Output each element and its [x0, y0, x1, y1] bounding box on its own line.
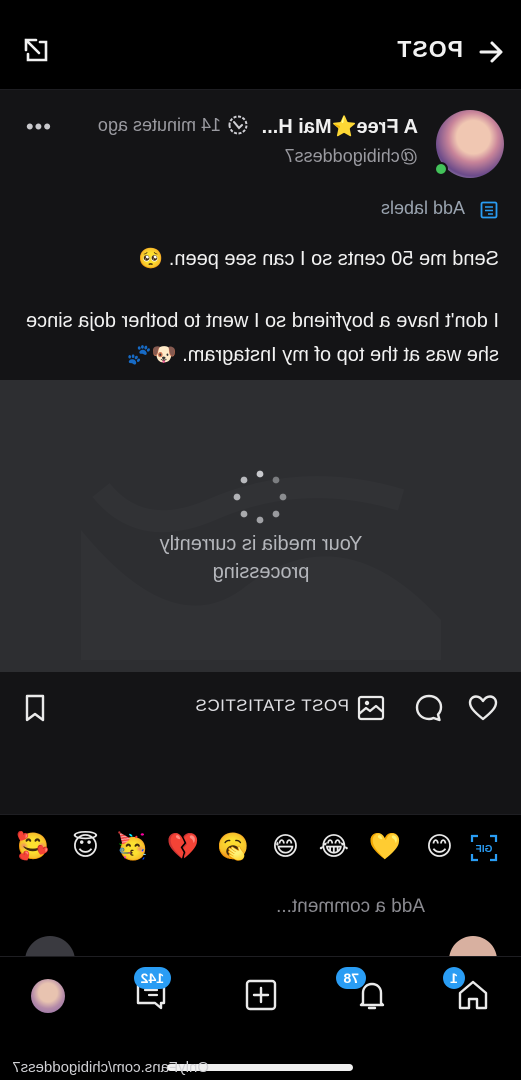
- heart-icon[interactable]: [467, 692, 499, 724]
- emoji-yellow-heart[interactable]: 💛: [369, 831, 401, 863]
- author-name[interactable]: A Free⭐Mai H...: [262, 114, 418, 139]
- emoji-broken-heart[interactable]: 💔: [167, 831, 199, 863]
- home-badge: 1: [443, 967, 465, 989]
- post-statistics-button[interactable]: POST STATISTICS: [195, 696, 349, 716]
- svg-text:GIF: GIF: [476, 844, 493, 855]
- emoji-tears-of-joy[interactable]: 😂: [319, 831, 349, 863]
- media-placeholder: Your media is currently processing: [0, 380, 521, 672]
- post-actions: POST STATISTICS: [0, 672, 521, 814]
- page-title: POST: [396, 36, 463, 62]
- emoji-halo[interactable]: 😇: [72, 831, 99, 863]
- post-card: A Free⭐Mai H... 14 minutes ago ••• @chib…: [0, 90, 521, 380]
- loading-spinner-icon: [233, 470, 287, 524]
- online-indicator: [434, 162, 448, 176]
- emoji-party[interactable]: 🥳: [117, 831, 149, 863]
- post-text: Send me 50 cents so I can see peen. 🥺 I …: [19, 242, 499, 372]
- processing-status: Your media is currently processing: [159, 533, 363, 583]
- notifications-badge: 78: [336, 967, 366, 989]
- bookmark-icon[interactable]: [19, 692, 51, 724]
- bottom-tab-bar: 1 78 142: [0, 956, 521, 1080]
- top-bar: POST: [0, 0, 521, 90]
- share-icon[interactable]: [22, 36, 52, 66]
- comment-input[interactable]: Add a comment...: [276, 896, 425, 918]
- arrow-left-icon[interactable]: [475, 36, 507, 68]
- label-icon: [480, 201, 498, 219]
- more-dots-icon[interactable]: •••: [25, 114, 51, 140]
- home-indicator: [167, 1064, 353, 1071]
- emoji-hearts-face[interactable]: 🥰: [17, 831, 49, 863]
- mirrored-view: POST A Free⭐Mai H... 14 minutes ago ••• …: [0, 0, 521, 1080]
- emoji-yawn[interactable]: 🥱: [217, 831, 249, 863]
- messages-badge: 142: [133, 967, 171, 989]
- emoji-smile[interactable]: 😊: [426, 831, 453, 863]
- verified-badge-icon: [228, 115, 248, 135]
- post-time: 14 minutes ago: [97, 115, 221, 135]
- post-text-line1: Send me 50 cents so I can see peen. 🥺: [138, 248, 499, 270]
- add-labels-label: Add labels: [380, 198, 465, 218]
- post-text-line2: I don't have a boyfriend so I went to bo…: [25, 310, 499, 366]
- screen: POST A Free⭐Mai H... 14 minutes ago ••• …: [0, 0, 521, 1080]
- author-handle[interactable]: @chibigoddess7: [285, 146, 418, 167]
- add-post-icon[interactable]: [243, 977, 279, 1013]
- gif-icon[interactable]: GIF: [469, 833, 499, 863]
- emoji-sweat-smile[interactable]: 😅: [272, 831, 299, 863]
- tip-icon[interactable]: [355, 692, 387, 724]
- profile-avatar[interactable]: [31, 979, 65, 1013]
- quick-reaction-bar: GIF 😊 💛 😂 😅 🥱 💔 🥳 😇 🥰: [0, 814, 521, 884]
- comment-row: Add a comment...: [0, 884, 521, 986]
- comment-icon[interactable]: [413, 692, 445, 724]
